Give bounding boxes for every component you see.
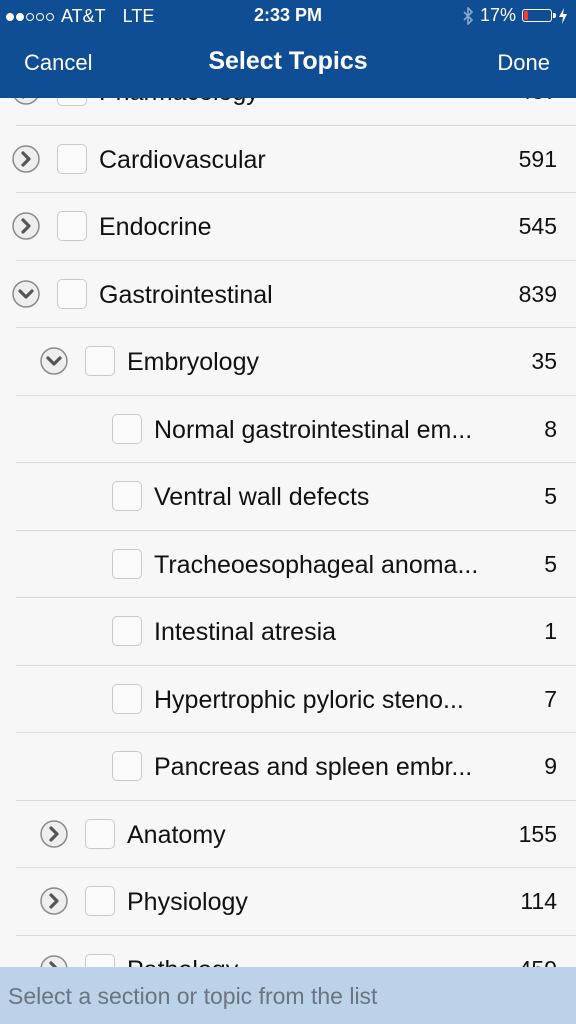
topic-row[interactable]: Cardiovascular 591	[0, 126, 576, 193]
topic-list[interactable]: Pharmacology487Cardiovascular591Endocrin…	[0, 58, 576, 1003]
status-bar: AT&T LTE 2:33 PM 17%	[0, 0, 576, 32]
topic-checkbox[interactable]	[57, 211, 87, 241]
chevron-right-icon[interactable]	[40, 819, 68, 848]
chevron-right-icon[interactable]	[12, 144, 40, 173]
topic-count: 5	[544, 483, 557, 509]
topic-count: 545	[518, 213, 557, 239]
chevron-right-icon[interactable]	[12, 212, 40, 240]
bluetooth-icon	[463, 6, 474, 25]
topic-count: 155	[518, 820, 557, 847]
charging-icon	[559, 7, 567, 24]
footer-bar: Select a section or topic from the list	[0, 967, 576, 1024]
topic-label: Tracheoesophageal anoma...	[154, 550, 479, 579]
topic-label: Endocrine	[99, 213, 212, 241]
topic-count: 5	[544, 550, 557, 577]
header: AT&T LTE 2:33 PM 17% Cancel Select Topic…	[0, 0, 576, 98]
topic-row[interactable]: Embryology 35	[0, 328, 576, 396]
topic-row[interactable]: Gastrointestinal 839	[0, 261, 576, 328]
topic-checkbox[interactable]	[112, 683, 142, 714]
done-button[interactable]: Done	[497, 50, 550, 76]
topic-row[interactable]: Anatomy 155	[0, 801, 576, 868]
topic-label: Intestinal atresia	[154, 618, 337, 646]
topic-row[interactable]: Endocrine 545	[0, 193, 576, 261]
battery-level	[524, 11, 528, 20]
page-title: Select Topics	[208, 47, 368, 75]
topic-row[interactable]: Intestinal atresia 1	[0, 598, 576, 666]
topic-label: Anatomy	[127, 820, 226, 849]
battery-icon	[522, 9, 556, 22]
chevron-down-icon[interactable]	[40, 347, 68, 375]
topic-count: 35	[531, 348, 557, 374]
status-right: 17%	[462, 5, 568, 26]
topic-count: 591	[518, 145, 557, 172]
topic-checkbox[interactable]	[112, 751, 142, 781]
battery-percent: 17%	[479, 5, 516, 25]
topic-label: Cardiovascular	[99, 145, 266, 174]
topic-row[interactable]: Physiology 114	[0, 868, 576, 936]
topic-count: 1	[544, 618, 557, 644]
topic-count: 839	[518, 280, 557, 307]
topic-row[interactable]: Hypertrophic pyloric steno... 7	[0, 666, 576, 733]
topic-checkbox[interactable]	[112, 413, 142, 444]
topic-label: Ventral wall defects	[154, 483, 370, 511]
chevron-down-icon[interactable]	[12, 279, 40, 308]
footer-hint: Select a section or topic from the list	[8, 983, 378, 1009]
topic-label: Hypertrophic pyloric steno...	[154, 685, 464, 714]
topic-row[interactable]: Tracheoesophageal anoma... 5	[0, 531, 576, 598]
topic-row[interactable]: Pancreas and spleen embr... 9	[0, 733, 576, 801]
topic-label: Physiology	[127, 888, 248, 916]
topic-label: Normal gastrointestinal em...	[154, 415, 473, 444]
topic-label: Embryology	[127, 348, 259, 376]
topic-checkbox[interactable]	[112, 616, 142, 646]
topic-checkbox[interactable]	[57, 278, 87, 309]
topic-label: Pancreas and spleen embr...	[154, 753, 473, 781]
topic-count: 8	[544, 415, 557, 442]
topic-checkbox[interactable]	[85, 346, 115, 376]
topic-checkbox[interactable]	[112, 481, 142, 511]
nav-bar: Cancel Select Topics Done	[0, 32, 576, 94]
topic-checkbox[interactable]	[57, 143, 87, 174]
topic-checkbox[interactable]	[85, 886, 115, 916]
chevron-right-icon[interactable]	[40, 887, 68, 915]
select-topics-screen: AT&T LTE 2:33 PM 17% Cancel Select Topic…	[0, 0, 576, 1024]
topic-label: Gastrointestinal	[99, 280, 273, 309]
topic-count: 114	[520, 888, 557, 914]
topic-checkbox[interactable]	[112, 548, 142, 579]
topic-row[interactable]: Normal gastrointestinal em... 8	[0, 396, 576, 463]
topic-count: 7	[544, 685, 557, 712]
topic-row[interactable]: Ventral wall defects 5	[0, 463, 576, 531]
topic-count: 9	[544, 753, 557, 779]
topic-checkbox[interactable]	[85, 818, 115, 849]
